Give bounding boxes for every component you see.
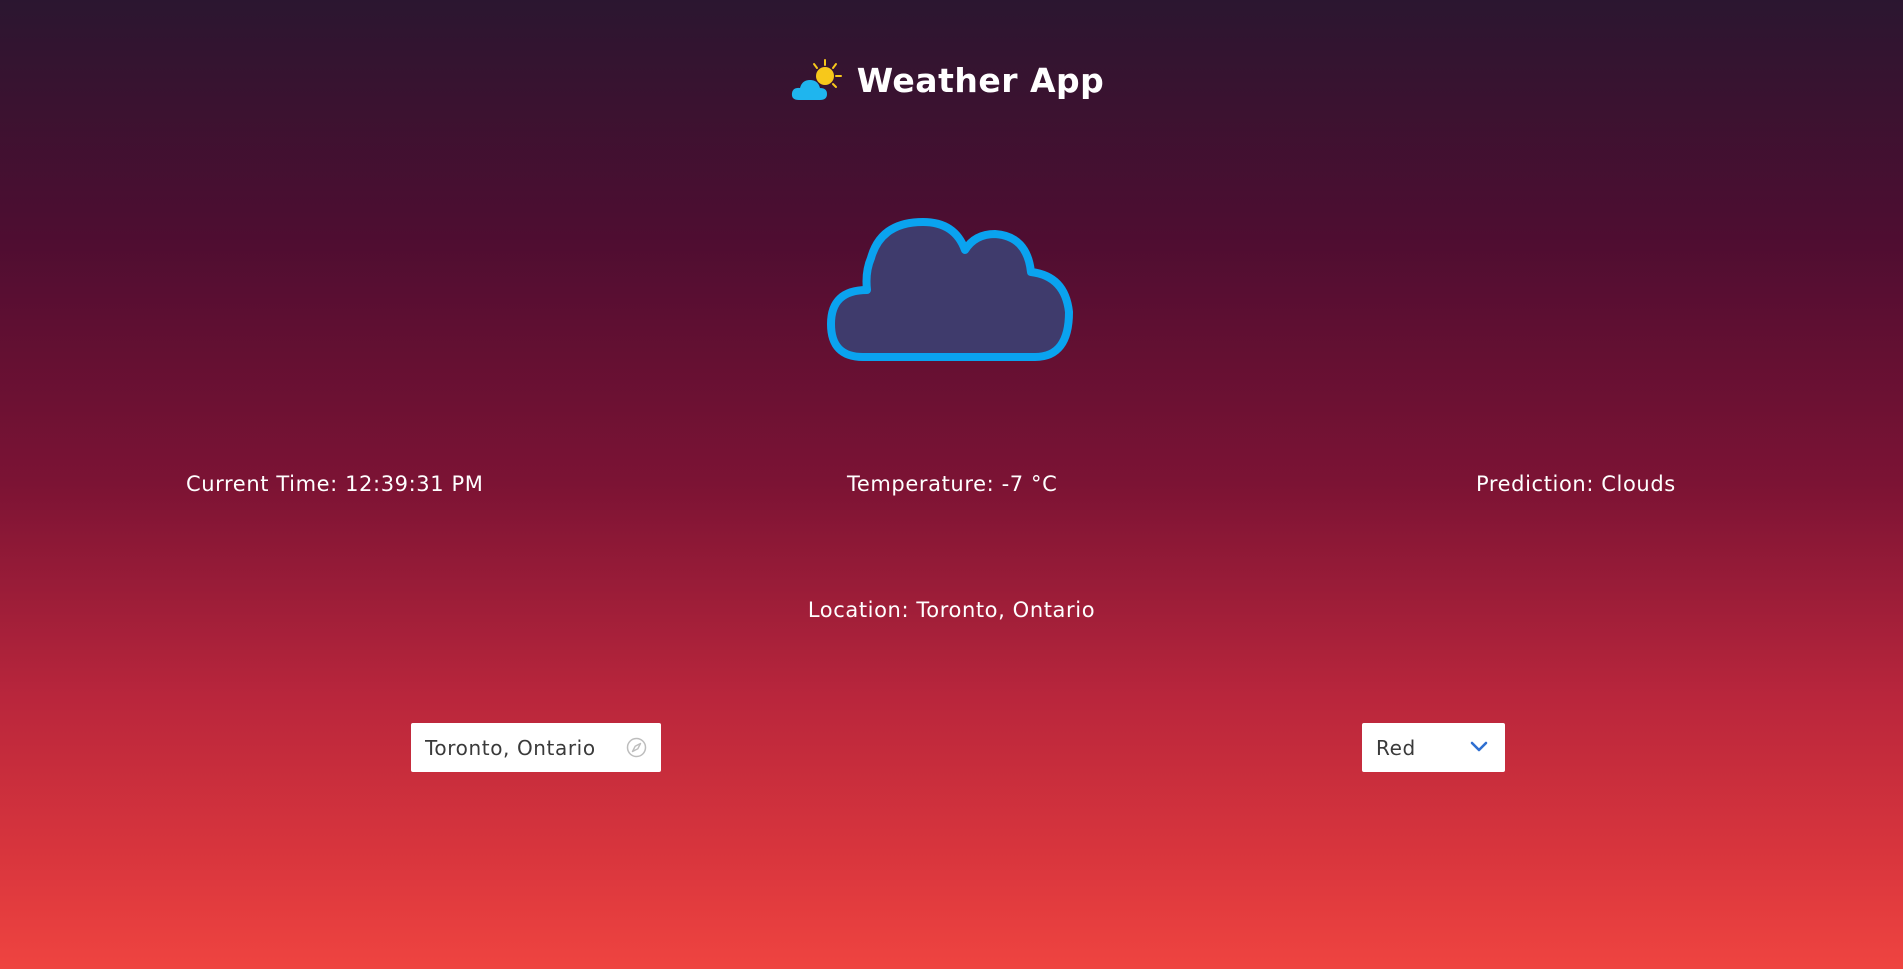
theme-select-value: Red <box>1376 735 1416 760</box>
location-search-box[interactable] <box>411 723 661 772</box>
location-input[interactable] <box>411 723 625 772</box>
chevron-down-icon[interactable] <box>1469 739 1489 755</box>
partly-cloudy-sun-icon <box>791 59 842 100</box>
compass-icon[interactable] <box>626 737 647 758</box>
temperature: Temperature: -7 °C <box>847 472 1058 496</box>
cloud-icon <box>827 218 1073 361</box>
location-label: Location: Toronto, Ontario <box>807 598 1096 622</box>
prediction: Prediction: Clouds <box>1476 472 1676 496</box>
theme-select[interactable]: Red <box>1362 723 1505 772</box>
app-header: Weather App <box>0 56 1903 104</box>
current-time: Current Time: 12:39:31 PM <box>186 472 484 496</box>
app-title: Weather App <box>856 60 1105 100</box>
